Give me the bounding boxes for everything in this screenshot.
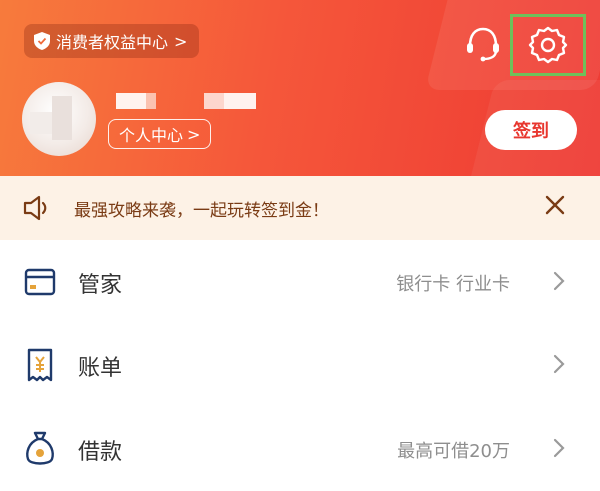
menu-item-subtitle: 最高可借20万 [397,441,510,462]
menu-item-subtitle: 银行卡 行业卡 [396,274,510,295]
menu-item-bill[interactable]: 账单 [0,323,600,407]
close-icon[interactable] [544,194,566,216]
gear-icon [528,26,568,64]
chevron-right-icon [551,353,567,375]
avatar[interactable] [22,82,96,156]
shield-icon [34,32,50,50]
chevron-right-icon: > [174,31,188,51]
personal-center-button[interactable]: 个人中心 > [108,119,212,149]
speaker-icon [22,194,52,222]
menu-item-title: 账单 [78,356,123,381]
masked-username [224,93,256,109]
masked-username [204,93,224,109]
bill-icon [20,345,60,385]
menu-item-title: 借款 [78,440,123,465]
checkin-button[interactable]: 签到 [485,110,577,150]
personal-center-label: 个人中心 [119,126,184,145]
menu-item-title: 管家 [78,273,123,298]
menu-item-manager[interactable]: 管家 银行卡 行业卡 [0,240,600,324]
headset-icon[interactable] [462,22,504,64]
loan-bag-icon [20,429,60,469]
card-icon [20,262,60,302]
chevron-right-icon [551,270,567,292]
masked-username [116,93,146,109]
promo-notice-bar[interactable]: 最强攻略来袭，一起玩转签到金！ [0,176,600,240]
consumer-rights-label: 消费者权益中心 [56,33,169,52]
settings-button[interactable] [510,14,586,76]
profile-header: 消费者权益中心 > 个人中心 > 签到 [0,0,600,176]
consumer-rights-button[interactable]: 消费者权益中心 > [24,24,200,58]
promo-notice-text: 最强攻略来袭，一起玩转签到金！ [74,201,329,221]
masked-username [146,93,156,109]
menu-item-loan[interactable]: 借款 最高可借20万 [0,407,600,491]
chevron-right-icon: > [187,124,201,144]
chevron-right-icon [551,437,567,459]
